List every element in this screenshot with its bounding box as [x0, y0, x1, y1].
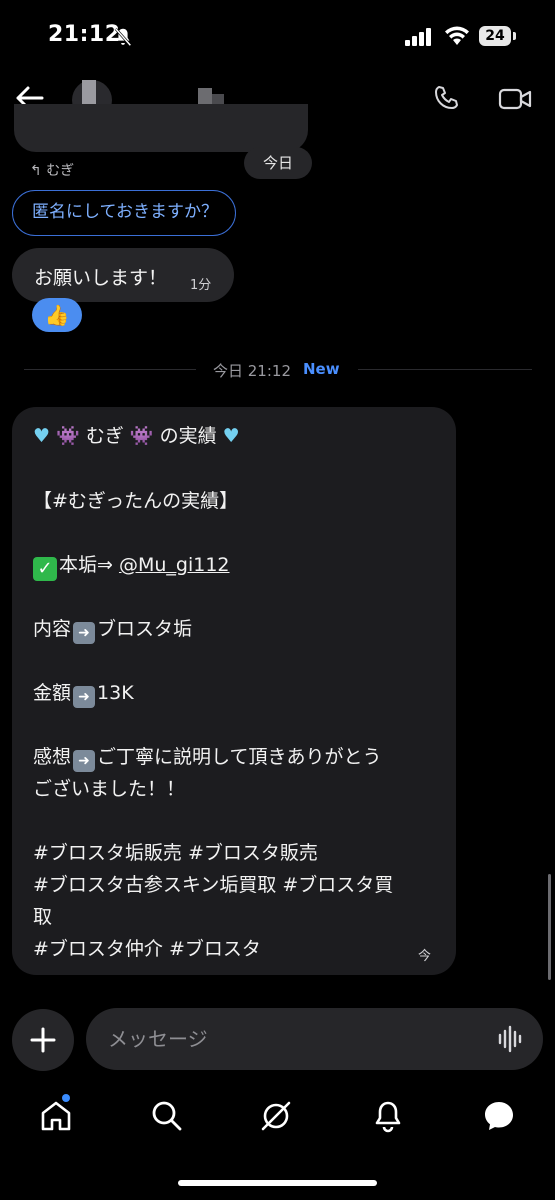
- add-attachment-button[interactable]: [12, 1009, 74, 1071]
- message-line: ♥ 👾 むぎ 👾 の実績 ♥: [33, 421, 240, 448]
- battery-icon: 24: [479, 26, 517, 48]
- right-arrow-icon: ➜: [73, 686, 96, 708]
- message-line: ✓ 本垢⇒ @Mu_gi112: [33, 550, 230, 581]
- video-camera-icon[interactable]: [498, 86, 532, 112]
- heart-icon: ♥: [222, 425, 240, 447]
- alien-icon: 👾: [56, 425, 80, 447]
- message-line-label: 金額: [33, 682, 72, 704]
- heart-icon: ♥: [33, 425, 51, 447]
- right-arrow-icon: ➜: [73, 622, 96, 644]
- signal-icon: [405, 28, 431, 46]
- message-line: 内容 ➜ ブロスタ垢: [33, 614, 192, 644]
- explore-icon[interactable]: [258, 1098, 294, 1134]
- message-line-label: 感想: [33, 746, 72, 768]
- previous-message-bubble: [14, 104, 308, 152]
- message-line: 感想 ➜ ご丁寧に説明して頂きありがとう: [33, 742, 381, 772]
- battery-level: 24: [479, 26, 511, 46]
- message-time: 今: [418, 949, 432, 964]
- message-time: 1分: [190, 278, 212, 293]
- hashtag-line[interactable]: #ブロスタ垢販売 #ブロスタ販売: [33, 838, 318, 865]
- message-line-label: 内容: [33, 618, 72, 640]
- hashtag-line[interactable]: #ブロスタ仲介 #ブロスタ: [33, 934, 261, 961]
- divider-timestamp: 今日 21:12: [213, 362, 291, 380]
- status-time: 21:12: [48, 22, 121, 47]
- message-line: ございました！！: [33, 778, 186, 800]
- hashtag-line[interactable]: #ブロスタ古参スキン垢買取 #ブロスタ買: [33, 870, 393, 897]
- message-line-text: の実績: [159, 425, 217, 447]
- message-line-text: むぎ: [85, 425, 124, 447]
- audio-wave-icon[interactable]: [496, 1024, 526, 1054]
- date-chip: 今日: [244, 147, 312, 179]
- message-line-text: 13K: [97, 682, 134, 704]
- reaction-badge[interactable]: 👍: [32, 298, 82, 332]
- alien-icon: 👾: [129, 425, 154, 447]
- message-line: 金額 ➜ 13K: [33, 678, 134, 708]
- home-indicator: [178, 1180, 377, 1186]
- message-line-text: ブロスタ垢: [97, 618, 193, 640]
- wifi-icon: [445, 26, 469, 45]
- messages-icon[interactable]: [481, 1098, 517, 1134]
- phone-icon[interactable]: [432, 84, 460, 112]
- bell-slash-icon: [114, 27, 132, 47]
- plus-icon: [30, 1027, 56, 1053]
- home-icon[interactable]: [38, 1098, 74, 1134]
- reply-label: ↰ むぎ: [30, 163, 75, 179]
- scrollbar[interactable]: [548, 874, 551, 980]
- hashtag-line[interactable]: 取: [33, 902, 52, 929]
- quoted-reply-bubble[interactable]: 匿名にしておきますか？: [12, 190, 236, 236]
- bell-icon[interactable]: [370, 1098, 406, 1134]
- divider-line: [24, 369, 196, 370]
- message-text: お願いします！: [34, 267, 168, 289]
- mention-link[interactable]: @Mu_gi112: [119, 554, 230, 576]
- blurred-name-block: [82, 80, 96, 104]
- message-line: 【#むぎったんの実績】: [33, 490, 239, 512]
- message-input[interactable]: [86, 1008, 543, 1070]
- right-arrow-icon: ➜: [73, 750, 96, 772]
- divider-line: [358, 369, 532, 370]
- new-label: New: [303, 360, 340, 378]
- message-line-text: 本垢⇒: [59, 554, 119, 576]
- check-icon: ✓: [33, 557, 57, 581]
- search-icon[interactable]: [149, 1098, 185, 1134]
- notification-dot: [62, 1094, 70, 1102]
- message-line-text: ご丁寧に説明して頂きありがとう: [97, 746, 382, 768]
